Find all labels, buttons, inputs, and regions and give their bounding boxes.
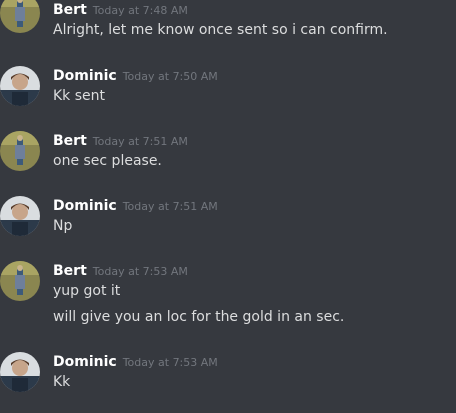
message-text: Kk sent [53,88,106,104]
timestamp: Today at 7:50 AM [122,70,218,83]
chat-message-list: Bert Today at 7:48 AM Alright, let me kno… [0,0,456,413]
timestamp: Today at 7:53 AM [92,265,188,278]
timestamp: Today at 7:53 AM [122,356,218,369]
message-header: Bert Today at 7:51 AM [53,131,188,149]
username[interactable]: Dominic [53,68,117,84]
message-header: Dominic Today at 7:51 AM [53,196,218,214]
message-text: will give you an loc for the gold in an … [53,309,345,325]
message-header: Dominic Today at 7:50 AM [53,66,218,84]
username[interactable]: Bert [53,2,87,18]
dominic-avatar-icon[interactable] [0,352,40,392]
message-text: yup got it [53,283,121,299]
bert-avatar-icon[interactable] [0,261,40,301]
message-header: Dominic Today at 7:53 AM [53,352,218,370]
dominic-avatar-icon[interactable] [0,66,40,106]
message-text: Np [53,218,73,234]
username[interactable]: Dominic [53,354,117,370]
bert-avatar-icon[interactable] [0,0,40,33]
timestamp: Today at 7:51 AM [122,200,218,213]
username[interactable]: Dominic [53,198,117,214]
timestamp: Today at 7:51 AM [92,135,188,148]
message-text: one sec please. [53,153,162,169]
message-header: Bert Today at 7:53 AM [53,261,188,279]
username[interactable]: Bert [53,133,87,149]
timestamp: Today at 7:48 AM [92,4,188,17]
dominic-avatar-icon[interactable] [0,196,40,236]
username[interactable]: Bert [53,263,87,279]
bert-avatar-icon[interactable] [0,131,40,171]
message-text: Alright, let me know once sent so i can … [53,22,388,38]
message-text: Kk [53,374,71,390]
message-header: Bert Today at 7:48 AM [53,0,188,18]
